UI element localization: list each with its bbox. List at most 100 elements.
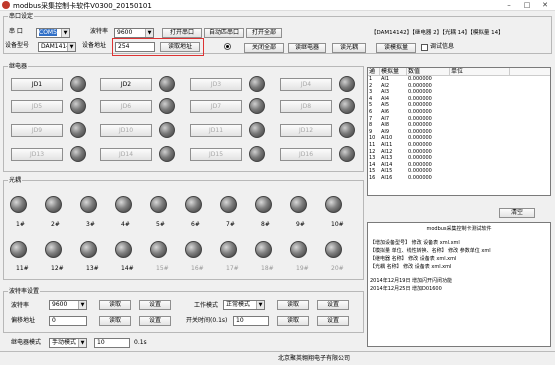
table-cell: 0.000000: [408, 141, 432, 148]
table-row[interactable]: 13 AI13 0.000000: [368, 155, 550, 162]
address-input[interactable]: 254: [115, 42, 155, 52]
table-row[interactable]: 14 AI14 0.000000: [368, 162, 550, 169]
opto-label: 13#: [86, 265, 99, 272]
opto-led: [150, 196, 167, 213]
offset-set-button[interactable]: 设置: [139, 316, 171, 326]
mode-set-button[interactable]: 设置: [317, 300, 349, 310]
relay-mode-select[interactable]: 手动模式 ▼: [49, 338, 87, 348]
minimize-icon[interactable]: –: [500, 0, 518, 10]
table-row[interactable]: 6 AI6 0.000000: [368, 109, 550, 116]
baud-select[interactable]: 9600 ▼: [114, 28, 154, 38]
table-row[interactable]: 1 AI1 0.000000: [368, 76, 550, 83]
table-cell: AI9: [381, 128, 390, 135]
opto-label: 8#: [261, 221, 270, 228]
relay-button-2[interactable]: JD2: [100, 78, 152, 91]
close-icon[interactable]: ✕: [536, 0, 554, 10]
table-cell: 3: [369, 89, 373, 96]
baud-set-button[interactable]: 设置: [139, 300, 171, 310]
table-cell: 14: [369, 161, 376, 168]
open-all-button[interactable]: 打开全部: [246, 28, 282, 38]
table-row[interactable]: 4 AI4 0.000000: [368, 96, 550, 103]
table-row[interactable]: 16 AI16 0.000000: [368, 175, 550, 182]
analog-table[interactable]: 通 模拟量 数值 单位 1 AI1 0.000000 2 AI2 0.000000 3 AI3…: [367, 67, 551, 196]
relay-button-9[interactable]: JD9: [11, 124, 63, 137]
table-row[interactable]: 11 AI11 0.000000: [368, 142, 550, 149]
relay-button-5[interactable]: JD5: [11, 100, 63, 113]
table-row[interactable]: 5 AI5 0.000000: [368, 102, 550, 109]
mode-read-button[interactable]: 读取: [277, 300, 309, 310]
switch-read-button[interactable]: 读取: [277, 316, 309, 326]
relay-button-15[interactable]: JD15: [190, 148, 242, 161]
relay-button-12[interactable]: JD12: [280, 124, 332, 137]
table-row[interactable]: 3 AI3 0.000000: [368, 89, 550, 96]
table-cell: AI10: [381, 135, 393, 142]
baudset-baud-select[interactable]: 9600 ▼: [49, 300, 87, 310]
table-row[interactable]: 12 AI12 0.000000: [368, 149, 550, 156]
table-row[interactable]: 8 AI8 0.000000: [368, 122, 550, 129]
table-cell: AI8: [381, 122, 390, 129]
switch-set-button[interactable]: 设置: [317, 316, 349, 326]
relay-button-3[interactable]: JD3: [190, 78, 242, 91]
status-radio[interactable]: [224, 43, 231, 50]
table-cell: 13: [369, 155, 376, 162]
relay-time-input[interactable]: 10: [94, 338, 130, 348]
table-cell: AI4: [381, 95, 390, 102]
table-cell: AI3: [381, 89, 390, 96]
table-row[interactable]: 7 AI7 0.000000: [368, 116, 550, 123]
table-cell: [450, 135, 510, 142]
offset-read-button[interactable]: 读取: [99, 316, 131, 326]
switch-time-input[interactable]: 10: [233, 316, 269, 326]
opto-led: [80, 241, 97, 258]
table-cell: [450, 102, 510, 109]
relay-button-13[interactable]: JD13: [11, 148, 63, 161]
read-opto-button[interactable]: 读光耦: [332, 43, 366, 53]
open-port-button[interactable]: 打开串口: [162, 28, 202, 38]
read-analog-button[interactable]: 读模拟量: [376, 43, 416, 53]
relay-button-11[interactable]: JD11: [190, 124, 242, 137]
log-lines: modbus采集控制卡测试软件 【增加设备型号】 修改 设备表 xml.xml 【模…: [370, 225, 548, 293]
baud-read-button[interactable]: 读取: [99, 300, 131, 310]
relay-button-16[interactable]: JD16: [280, 148, 332, 161]
model-label: 设备型号: [5, 42, 30, 49]
table-cell: AI12: [381, 148, 393, 155]
table-cell: [450, 76, 510, 83]
table-row[interactable]: 9 AI9 0.000000: [368, 129, 550, 136]
auto-port-button[interactable]: 自动匹串口: [204, 28, 244, 38]
table-row[interactable]: 2 AI2 0.000000: [368, 83, 550, 90]
maximize-icon[interactable]: □: [518, 0, 536, 10]
chevron-down-icon: ▼: [78, 301, 86, 309]
opto-label: 14#: [121, 265, 134, 272]
table-row[interactable]: 15 AI15 0.000000: [368, 168, 550, 175]
read-relay-button[interactable]: 读继电器: [288, 43, 326, 53]
serial-group-title: 串口设定: [8, 13, 35, 20]
table-cell: 0.000000: [408, 108, 432, 115]
relay-status-knob: [70, 76, 86, 92]
offset-label: 偏移地址: [11, 317, 36, 324]
log-area[interactable]: modbus采集控制卡测试软件 【增加设备型号】 修改 设备表 xml.xml 【模…: [367, 222, 551, 347]
relay-button-4[interactable]: JD4: [280, 78, 332, 91]
opto-label: 16#: [191, 265, 204, 272]
relay-button-1[interactable]: JD1: [11, 78, 63, 91]
relay-button-10[interactable]: JD10: [100, 124, 152, 137]
table-row[interactable]: 10 AI10 0.000000: [368, 135, 550, 142]
relay-status-knob: [159, 122, 175, 138]
opto-label: 19#: [296, 265, 309, 272]
close-all-button[interactable]: 关闭全部: [244, 43, 284, 53]
model-select[interactable]: DAM14142 ▼: [38, 42, 76, 52]
port-select[interactable]: COM5 ▼: [36, 28, 70, 38]
mode-select[interactable]: 正常模式 ▼: [223, 300, 265, 310]
relay-button-7[interactable]: JD7: [190, 100, 242, 113]
debug-checkbox[interactable]: [421, 44, 428, 51]
table-cell: 7: [369, 115, 373, 122]
table-cell: 6: [369, 108, 373, 115]
opto-label: 7#: [226, 221, 235, 228]
relay-status-knob: [339, 76, 355, 92]
relay-button-6[interactable]: JD6: [100, 100, 152, 113]
offset-input[interactable]: 0: [49, 316, 87, 326]
relay-status-knob: [70, 146, 86, 162]
read-address-button[interactable]: 读取地址: [160, 42, 200, 52]
table-cell: 4: [369, 95, 373, 102]
clear-button[interactable]: 清空: [499, 208, 535, 218]
relay-button-8[interactable]: JD8: [280, 100, 332, 113]
relay-button-14[interactable]: JD14: [100, 148, 152, 161]
